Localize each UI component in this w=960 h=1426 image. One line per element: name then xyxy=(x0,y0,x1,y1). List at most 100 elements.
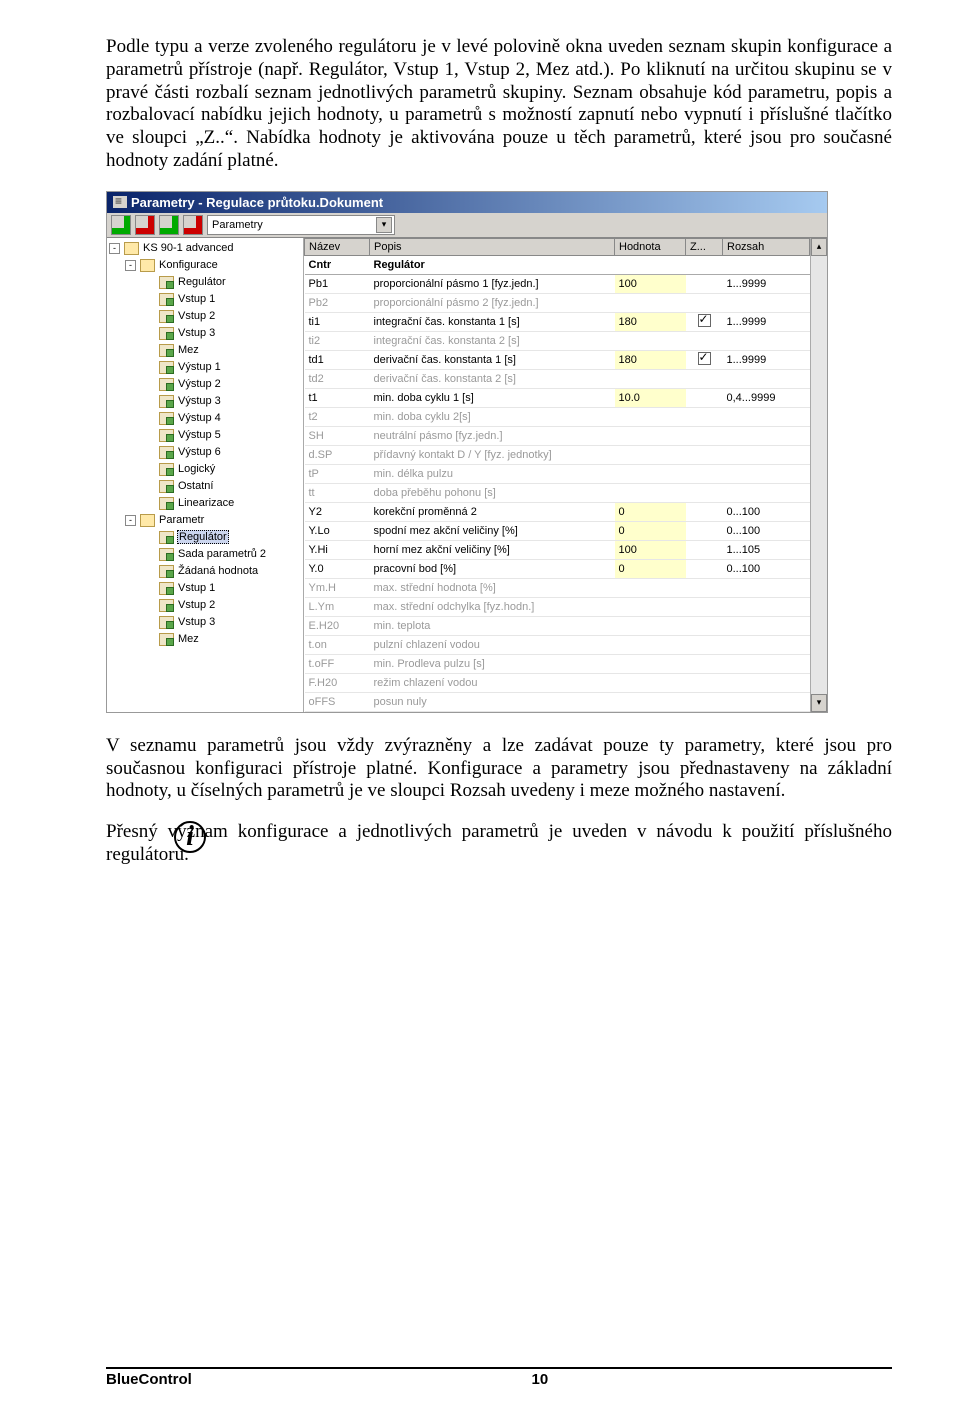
tree-item[interactable]: ⋮Vstup 3 xyxy=(107,325,303,342)
tree-item[interactable]: ⋮Výstup 2 xyxy=(107,376,303,393)
cell-z[interactable] xyxy=(686,521,723,540)
tree-item[interactable]: ⋮Mez xyxy=(107,631,303,648)
collapse-icon[interactable]: - xyxy=(125,515,136,526)
table-row: t.onpulzní chlazení vodou xyxy=(305,635,810,654)
cell-z xyxy=(686,369,723,388)
cell-z[interactable] xyxy=(686,388,723,407)
tree-item[interactable]: -KS 90-1 advanced xyxy=(107,240,303,257)
cell-hodnota xyxy=(615,616,686,635)
toolbar-button-1[interactable] xyxy=(111,215,131,235)
table-row[interactable]: td1derivační čas. konstanta 1 [s]1801...… xyxy=(305,350,810,369)
tree-item[interactable]: ⋮Sada parametrů 2 xyxy=(107,546,303,563)
cell-popis: přídavný kontakt D / Y [fyz. jednotky] xyxy=(370,445,615,464)
tree-item[interactable]: - Parametr xyxy=(107,512,303,529)
tree-item[interactable]: ⋮Vstup 3 xyxy=(107,614,303,631)
tree-item[interactable]: ⋮Logický xyxy=(107,461,303,478)
cell-hodnota xyxy=(615,635,686,654)
table-row[interactable]: Pb1proporcionální pásmo 1 [fyz.jedn.]100… xyxy=(305,274,810,293)
window-title: Parametry - Regulace průtoku.Dokument xyxy=(131,195,383,210)
table-row[interactable]: ti1integrační čas. konstanta 1 [s]1801..… xyxy=(305,312,810,331)
tree-item[interactable]: ⋮Mez xyxy=(107,342,303,359)
cell-hodnota xyxy=(615,483,686,502)
cell-z[interactable] xyxy=(686,559,723,578)
tree-item[interactable]: ⋮Žádaná hodnota xyxy=(107,563,303,580)
cell-popis: max. střední hodnota [%] xyxy=(370,578,615,597)
cell-popis: min. délka pulzu xyxy=(370,464,615,483)
cell-hodnota[interactable]: 180 xyxy=(615,350,686,369)
cell-hodnota xyxy=(615,597,686,616)
cell-popis: derivační čas. konstanta 2 [s] xyxy=(370,369,615,388)
tree-item[interactable]: ⋮Vstup 1 xyxy=(107,291,303,308)
scroll-down-button[interactable]: ▾ xyxy=(811,694,827,712)
cell-name: F.H20 xyxy=(305,673,370,692)
parameter-grid[interactable]: Název Popis Hodnota Z... Rozsah Cntr Reg… xyxy=(304,238,810,712)
tree-item[interactable]: ⋮Linearizace xyxy=(107,495,303,512)
cell-rozsah: 0...100 xyxy=(723,559,810,578)
cell-z xyxy=(686,635,723,654)
tree-item[interactable]: -Konfigurace xyxy=(107,257,303,274)
collapse-icon[interactable]: - xyxy=(125,260,136,271)
tree-item[interactable]: ⋮Vstup 1 xyxy=(107,580,303,597)
toolbar-button-4[interactable] xyxy=(183,215,203,235)
footer-product: BlueControl xyxy=(106,1371,192,1388)
toolbar-button-2[interactable] xyxy=(135,215,155,235)
cell-hodnota[interactable]: 0 xyxy=(615,502,686,521)
tree-item[interactable]: ⋮Výstup 4 xyxy=(107,410,303,427)
cell-rozsah xyxy=(723,407,810,426)
chevron-down-icon[interactable] xyxy=(376,217,392,233)
cell-name: d.SP xyxy=(305,445,370,464)
tree-item[interactable]: ⋮Výstup 3 xyxy=(107,393,303,410)
toolbar-button-3[interactable] xyxy=(159,215,179,235)
cell-hodnota[interactable]: 100 xyxy=(615,540,686,559)
tree-item-label: Parametr xyxy=(158,514,205,526)
cell-rozsah xyxy=(723,635,810,654)
col-popis[interactable]: Popis xyxy=(370,238,615,255)
tree-item[interactable]: ⋮Výstup 1 xyxy=(107,359,303,376)
cell-hodnota[interactable]: 0 xyxy=(615,521,686,540)
cell-hodnota[interactable]: 100 xyxy=(615,274,686,293)
tree-item[interactable]: ⋮Vstup 2 xyxy=(107,597,303,614)
scroll-up-button[interactable]: ▴ xyxy=(811,238,827,256)
table-row[interactable]: Y.Hihorní mez akční veličiny [%]1001...1… xyxy=(305,540,810,559)
tree-item[interactable]: ⋮Výstup 5 xyxy=(107,427,303,444)
vertical-scrollbar[interactable]: ▴ ▾ xyxy=(810,238,827,712)
checkbox-icon[interactable] xyxy=(698,314,711,327)
col-hodnota[interactable]: Hodnota xyxy=(615,238,686,255)
cell-z[interactable] xyxy=(686,274,723,293)
checkbox-icon[interactable] xyxy=(698,352,711,365)
col-rozsah[interactable]: Rozsah xyxy=(723,238,810,255)
tree-item[interactable]: ⋮Ostatní xyxy=(107,478,303,495)
cell-name: SH xyxy=(305,426,370,445)
paragraph-2: V seznamu parametrů jsou vždy zvýrazněny… xyxy=(106,735,892,803)
cell-name: Pb2 xyxy=(305,293,370,312)
cell-z xyxy=(686,331,723,350)
tree-item[interactable]: ⋮Regulátor xyxy=(107,529,303,546)
table-row: Ym.Hmax. střední hodnota [%] xyxy=(305,578,810,597)
tree-panel[interactable]: -KS 90-1 advanced-Konfigurace⋮Regulátor⋮… xyxy=(107,238,304,712)
cell-z[interactable] xyxy=(686,312,723,331)
table-row[interactable]: t1min. doba cyklu 1 [s]10.00,4...9999 xyxy=(305,388,810,407)
table-row[interactable]: Y.Lospodní mez akční veličiny [%]00...10… xyxy=(305,521,810,540)
tree-item[interactable]: ⋮Výstup 6 xyxy=(107,444,303,461)
tree-item[interactable]: ⋮Vstup 2 xyxy=(107,308,303,325)
leaf-icon xyxy=(159,344,174,357)
cell-z[interactable] xyxy=(686,502,723,521)
cell-hodnota xyxy=(615,464,686,483)
cell-hodnota[interactable]: 180 xyxy=(615,312,686,331)
cell-hodnota[interactable]: 0 xyxy=(615,559,686,578)
cell-hodnota[interactable]: 10.0 xyxy=(615,388,686,407)
cell-rozsah xyxy=(723,578,810,597)
table-row[interactable]: Y.0pracovní bod [%]00...100 xyxy=(305,559,810,578)
table-row[interactable]: Y2korekční proměnná 200...100 xyxy=(305,502,810,521)
view-dropdown[interactable]: Parametry xyxy=(207,215,395,235)
cell-popis: derivační čas. konstanta 1 [s] xyxy=(370,350,615,369)
cell-popis: korekční proměnná 2 xyxy=(370,502,615,521)
tree-item[interactable]: ⋮Regulátor xyxy=(107,274,303,291)
col-name[interactable]: Název xyxy=(305,238,370,255)
collapse-icon[interactable]: - xyxy=(109,243,120,254)
table-row: ttdoba přeběhu pohonu [s] xyxy=(305,483,810,502)
cell-name: ti2 xyxy=(305,331,370,350)
cell-z[interactable] xyxy=(686,350,723,369)
cell-z[interactable] xyxy=(686,540,723,559)
col-z[interactable]: Z... xyxy=(686,238,723,255)
